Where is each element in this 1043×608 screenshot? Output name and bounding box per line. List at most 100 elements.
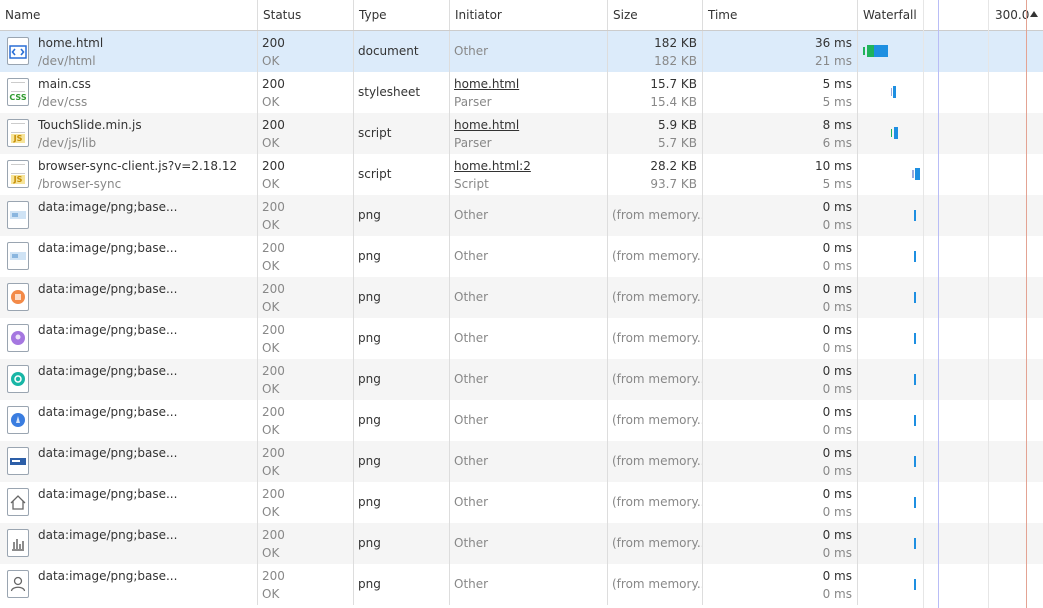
resource-type: stylesheet [358, 85, 421, 99]
initiator-cell: Other [450, 31, 608, 72]
initiator-text: Other [454, 536, 489, 550]
request-name[interactable]: data:image/png;base... [38, 569, 177, 583]
initiator-cell: Other [450, 318, 608, 359]
request-name[interactable]: data:image/png;base... [38, 241, 177, 255]
initiator-cell: Other [450, 359, 608, 400]
status-cell: 200 OK [258, 523, 354, 564]
js-file-icon: JS [7, 160, 29, 188]
memory-cache-size: (from memory... [612, 249, 703, 263]
latency-time: 0 ms [822, 218, 852, 232]
status-text: OK [262, 136, 280, 150]
status-code: 200 [262, 159, 285, 173]
status-cell: 200 OK [258, 113, 354, 154]
size-cell: 5.9 KB 5.7 KB [608, 113, 703, 154]
resource-size: 5.7 KB [658, 136, 697, 150]
name-cell: data:image/png;base... [0, 441, 258, 482]
status-code: 200 [262, 569, 285, 583]
request-path: /dev/js/lib [38, 136, 97, 150]
total-time: 0 ms [822, 528, 852, 542]
latency-time: 0 ms [822, 505, 852, 519]
request-name[interactable]: home.html [38, 36, 103, 50]
memory-cache-size: (from memory... [612, 208, 703, 222]
request-name[interactable]: data:image/png;base... [38, 200, 177, 214]
status-text: OK [262, 54, 280, 68]
column-header-name-label: Name [5, 8, 41, 22]
initiator-cell: home.html Parser [450, 72, 608, 113]
column-header-status[interactable]: Status [258, 0, 354, 30]
time-cell: 10 ms 5 ms [703, 154, 858, 195]
memory-cache-size: (from memory... [612, 290, 703, 304]
type-cell: png [354, 564, 450, 605]
column-header-size[interactable]: Size [608, 0, 703, 30]
resource-type: png [358, 208, 381, 222]
request-name[interactable]: data:image/png;base... [38, 323, 177, 337]
load-event-line [1026, 0, 1027, 608]
initiator-cell: home.html Parser [450, 113, 608, 154]
request-name[interactable]: main.css [38, 77, 91, 91]
column-header-time[interactable]: Time [703, 0, 858, 30]
time-cell: 36 ms 21 ms [703, 31, 858, 72]
initiator-text: Other [454, 331, 489, 345]
column-header-initiator-label: Initiator [455, 8, 502, 22]
column-header-initiator[interactable]: Initiator [450, 0, 608, 30]
resource-type: script [358, 167, 392, 181]
latency-time: 0 ms [822, 587, 852, 601]
latency-time: 0 ms [822, 300, 852, 314]
initiator-link[interactable]: home.html [454, 118, 519, 132]
total-time: 0 ms [822, 487, 852, 501]
memory-cache-size: (from memory... [612, 536, 703, 550]
latency-time: 0 ms [822, 464, 852, 478]
total-time: 0 ms [822, 364, 852, 378]
column-header-type[interactable]: Type [354, 0, 450, 30]
request-path: /browser-sync [38, 177, 122, 191]
type-cell: png [354, 318, 450, 359]
resource-type: png [358, 331, 381, 345]
size-cell: (from memory... [608, 482, 703, 523]
size-cell: (from memory... [608, 523, 703, 564]
resource-type: png [358, 454, 381, 468]
resource-type: png [358, 536, 381, 550]
column-header-type-label: Type [359, 8, 387, 22]
banner-image-icon [7, 447, 29, 475]
resource-type: png [358, 413, 381, 427]
time-cell: 0 ms 0 ms [703, 277, 858, 318]
status-code: 200 [262, 487, 285, 501]
memory-cache-size: (from memory... [612, 577, 703, 591]
name-cell: data:image/png;base... [0, 564, 258, 605]
request-name[interactable]: data:image/png;base... [38, 528, 177, 542]
initiator-cell: Other [450, 441, 608, 482]
time-cell: 0 ms 0 ms [703, 236, 858, 277]
request-name[interactable]: data:image/png;base... [38, 446, 177, 460]
initiator-text: Other [454, 208, 489, 222]
status-code: 200 [262, 118, 285, 132]
waterfall-grid [858, 0, 1043, 608]
initiator-link[interactable]: home.html [454, 77, 519, 91]
initiator-cell: Other [450, 236, 608, 277]
memory-cache-size: (from memory... [612, 495, 703, 509]
request-name[interactable]: data:image/png;base... [38, 487, 177, 501]
type-cell: stylesheet [354, 72, 450, 113]
type-cell: png [354, 236, 450, 277]
status-code: 200 [262, 36, 285, 50]
initiator-text: Other [454, 413, 489, 427]
initiator-cell: home.html:2 Script [450, 154, 608, 195]
type-cell: png [354, 523, 450, 564]
status-text: OK [262, 177, 280, 191]
total-time: 0 ms [822, 446, 852, 460]
time-cell: 0 ms 0 ms [703, 400, 858, 441]
status-cell: 200 OK [258, 31, 354, 72]
request-name[interactable]: TouchSlide.min.js [38, 118, 142, 132]
initiator-link[interactable]: home.html:2 [454, 159, 531, 173]
request-name[interactable]: data:image/png;base... [38, 405, 177, 419]
transferred-size: 15.7 KB [650, 77, 697, 91]
request-name[interactable]: data:image/png;base... [38, 364, 177, 378]
column-header-status-label: Status [263, 8, 302, 22]
request-name[interactable]: data:image/png;base... [38, 282, 177, 296]
request-path: /dev/css [38, 95, 88, 109]
initiator-text: Other [454, 372, 489, 386]
column-header-name[interactable]: Name [0, 0, 258, 30]
purple-circle-icon [7, 324, 29, 352]
request-name[interactable]: browser-sync-client.js?v=2.18.12 [38, 159, 237, 173]
dom-content-loaded-line [938, 0, 939, 608]
resource-type: png [358, 290, 381, 304]
